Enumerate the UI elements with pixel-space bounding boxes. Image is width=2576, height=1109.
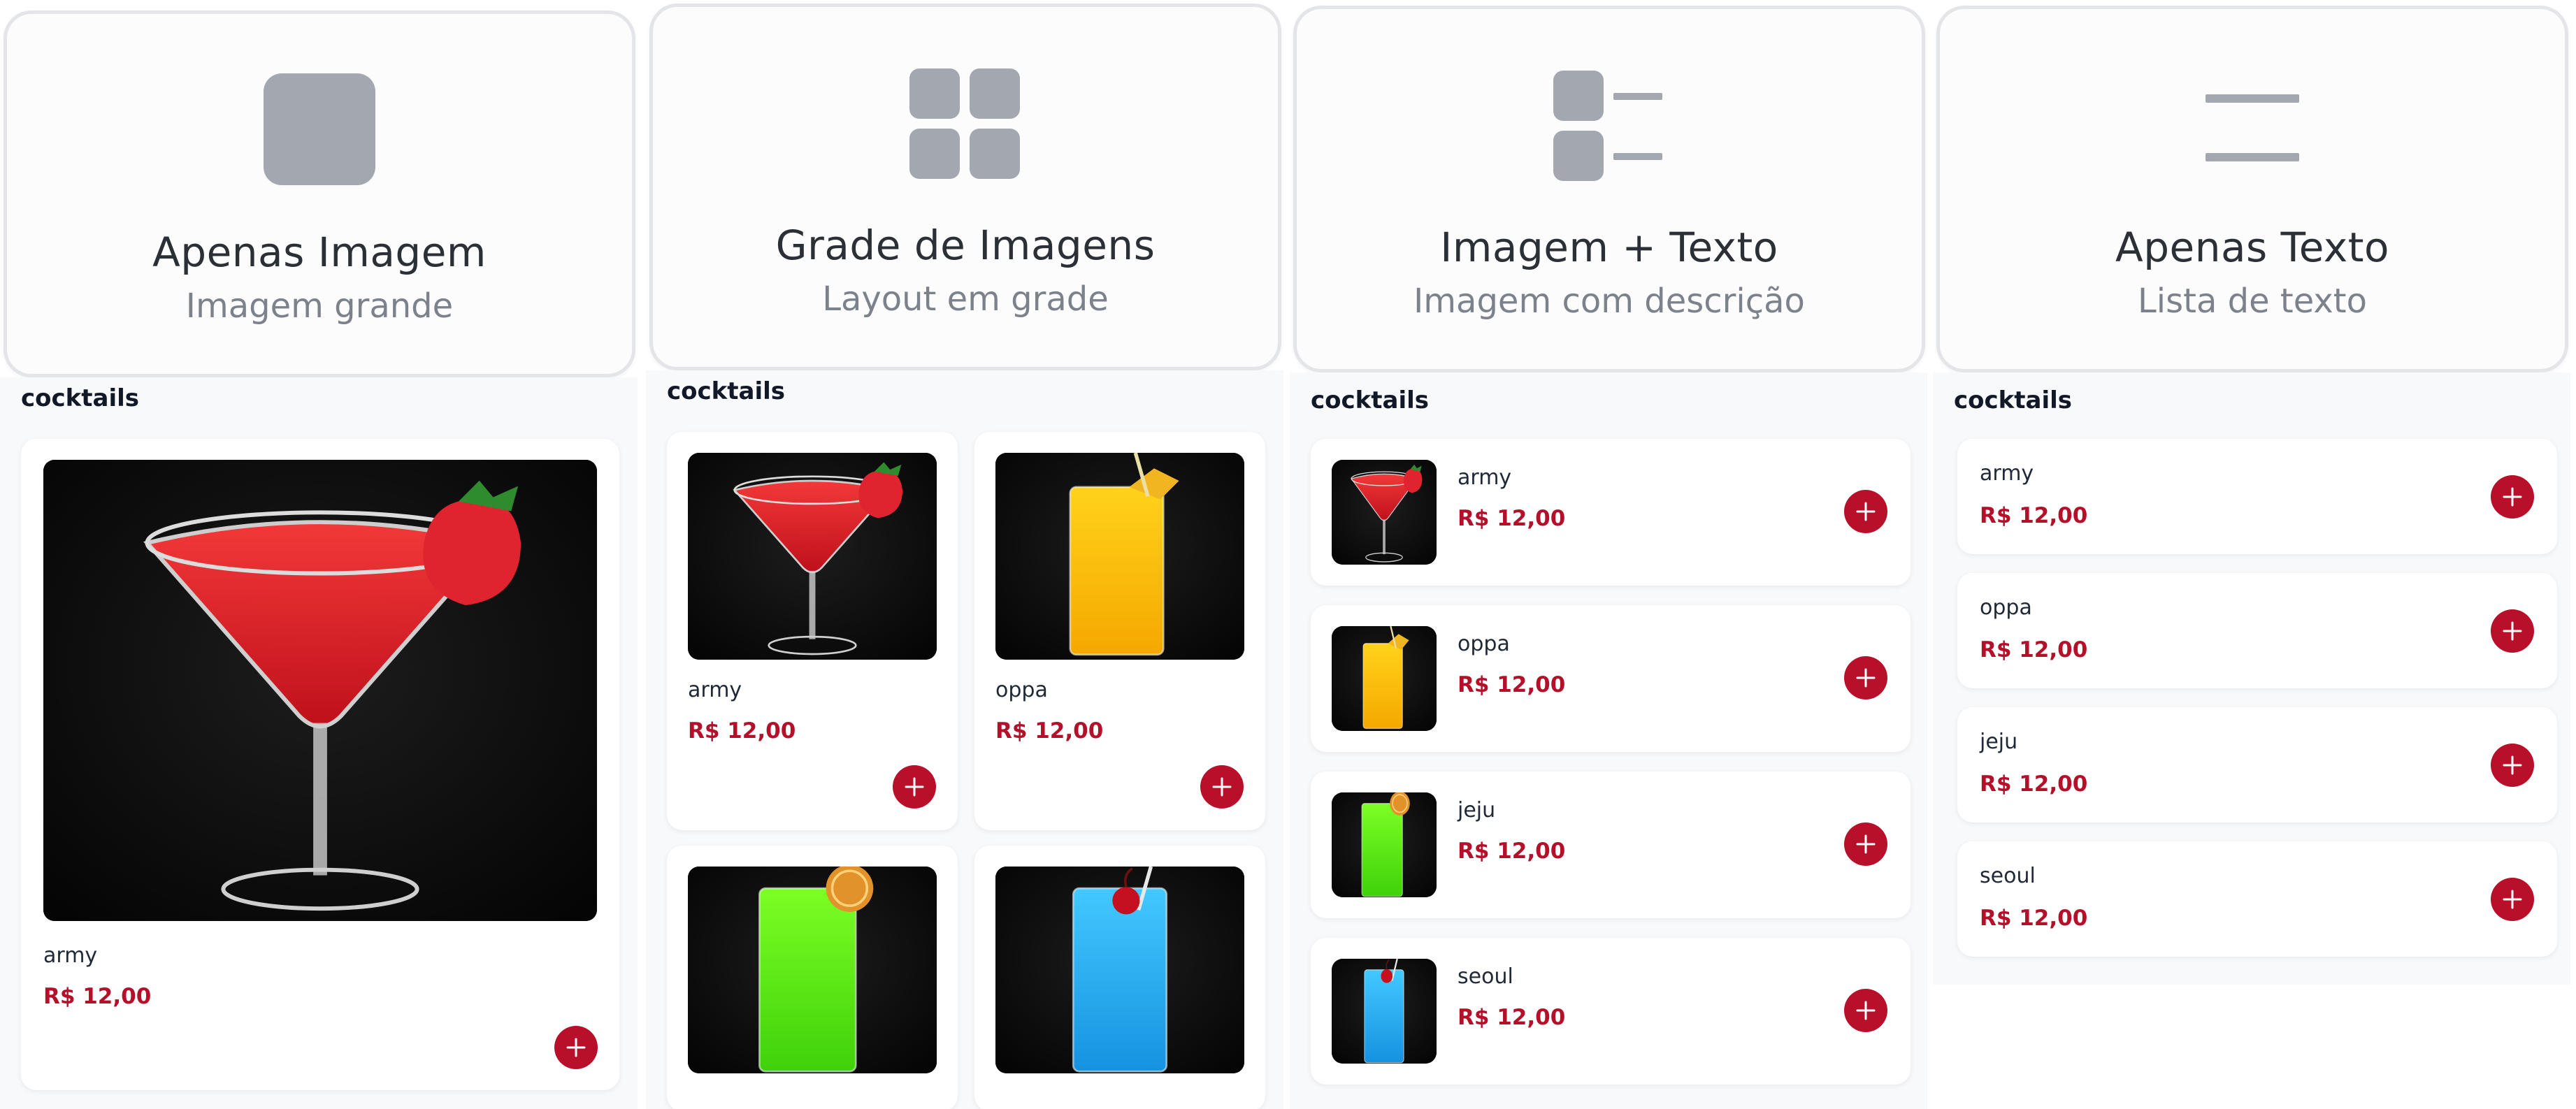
- preview-image-text: cocktails army R$ 12,00 oppa R$ 12,00 je…: [1290, 372, 1927, 1109]
- layout-option-single-image[interactable]: Apenas Imagem Imagem grande: [3, 10, 635, 377]
- image-text-icon: [1553, 71, 1665, 185]
- product-card[interactable]: army R$ 12,00: [667, 432, 958, 830]
- product-card[interactable]: oppa R$ 12,00: [974, 432, 1265, 830]
- preview-single-image: cocktails army R$ 12,00: [0, 377, 638, 1109]
- layout-column-text-only: Apenas Texto Lista de texto cocktails ar…: [1933, 0, 2570, 1109]
- add-to-cart-button[interactable]: [1200, 765, 1244, 809]
- product-image: [1332, 626, 1437, 731]
- layout-option-text-only[interactable]: Apenas Texto Lista de texto: [1936, 6, 2568, 372]
- layout-column-single-image: Apenas Imagem Imagem grande cocktails ar…: [0, 0, 638, 1109]
- add-to-cart-button[interactable]: [1844, 822, 1887, 866]
- product-price: R$ 12,00: [1980, 906, 2088, 931]
- layout-subtitle: Layout em grade: [822, 280, 1109, 319]
- product-price: R$ 12,00: [43, 984, 152, 1009]
- product-row[interactable]: seoul R$ 12,00: [1957, 841, 2557, 957]
- add-to-cart-button[interactable]: [1844, 989, 1887, 1032]
- product-name: army: [43, 943, 98, 968]
- layout-option-image-text[interactable]: Imagem + Texto Imagem com descrição: [1293, 6, 1925, 372]
- grid-icon: [909, 68, 1021, 183]
- add-to-cart-button[interactable]: [554, 1026, 598, 1069]
- add-to-cart-button[interactable]: [2491, 475, 2534, 519]
- product-price: R$ 12,00: [1458, 506, 1566, 531]
- product-image: [995, 867, 1244, 1073]
- product-price: R$ 12,00: [1980, 637, 2088, 662]
- product-name: army: [1458, 465, 1512, 490]
- product-row[interactable]: army R$ 12,00: [1311, 439, 1911, 586]
- category-title: cocktails: [1954, 386, 2073, 414]
- product-name: oppa: [1980, 595, 2032, 620]
- product-image: [688, 867, 937, 1073]
- product-price: R$ 12,00: [995, 718, 1104, 744]
- plus-icon: [2502, 889, 2523, 910]
- plus-icon: [2502, 621, 2523, 642]
- product-row[interactable]: oppa R$ 12,00: [1957, 573, 2557, 688]
- category-title: cocktails: [667, 377, 786, 405]
- product-card[interactable]: [667, 846, 958, 1109]
- layout-column-image-text: Imagem + Texto Imagem com descrição cock…: [1290, 0, 1927, 1109]
- product-image: [43, 460, 597, 921]
- product-row[interactable]: oppa R$ 12,00: [1311, 605, 1911, 752]
- layout-title: Imagem + Texto: [1440, 224, 1778, 271]
- plus-icon: [2502, 755, 2523, 776]
- product-image: [688, 453, 937, 660]
- product-name: jeju: [1458, 798, 1496, 822]
- add-to-cart-button[interactable]: [1844, 490, 1887, 533]
- product-name: seoul: [1980, 864, 2036, 888]
- product-row[interactable]: army R$ 12,00: [1957, 439, 2557, 554]
- layout-subtitle: Imagem grande: [185, 287, 454, 326]
- add-to-cart-button[interactable]: [2491, 609, 2534, 653]
- layout-title: Grade de Imagens: [775, 222, 1156, 269]
- plus-icon: [904, 776, 925, 797]
- layout-title: Apenas Imagem: [152, 229, 487, 276]
- add-to-cart-button[interactable]: [1844, 656, 1887, 700]
- product-card[interactable]: [974, 846, 1265, 1109]
- product-name: jeju: [1980, 730, 2018, 754]
- layout-option-grid[interactable]: Grade de Imagens Layout em grade: [649, 3, 1281, 370]
- text-list-icon: [2206, 93, 2299, 166]
- product-card[interactable]: army R$ 12,00: [21, 439, 619, 1090]
- category-title: cocktails: [21, 384, 140, 412]
- product-image: [1332, 792, 1437, 897]
- product-price: R$ 12,00: [1980, 771, 2088, 797]
- product-row[interactable]: jeju R$ 12,00: [1957, 707, 2557, 822]
- product-name: seoul: [1458, 964, 1513, 989]
- plus-icon: [566, 1037, 587, 1058]
- product-name: army: [1980, 461, 2034, 486]
- add-to-cart-button[interactable]: [893, 765, 936, 809]
- category-title: cocktails: [1311, 386, 1430, 414]
- add-to-cart-button[interactable]: [2491, 878, 2534, 921]
- product-price: R$ 12,00: [1458, 672, 1566, 697]
- product-row[interactable]: seoul R$ 12,00: [1311, 938, 1911, 1085]
- product-image: [1332, 959, 1437, 1064]
- product-name: oppa: [995, 678, 1048, 702]
- plus-icon: [1211, 776, 1232, 797]
- layout-subtitle: Lista de texto: [2138, 282, 2367, 321]
- preview-grid: cocktails army R$ 12,00 oppa R$ 12,00: [646, 370, 1283, 1109]
- product-price: R$ 12,00: [688, 718, 796, 744]
- product-name: army: [688, 678, 742, 702]
- plus-icon: [1855, 667, 1876, 688]
- plus-icon: [1855, 834, 1876, 855]
- plus-icon: [2502, 486, 2523, 507]
- add-to-cart-button[interactable]: [2491, 744, 2534, 787]
- layout-subtitle: Imagem com descrição: [1413, 282, 1805, 321]
- preview-text-only: cocktails army R$ 12,00 oppa R$ 12,00 je…: [1933, 372, 2570, 985]
- plus-icon: [1855, 501, 1876, 522]
- product-image: [995, 453, 1244, 660]
- layout-title: Apenas Texto: [2115, 224, 2389, 271]
- product-price: R$ 12,00: [1458, 839, 1566, 864]
- plus-icon: [1855, 1000, 1876, 1021]
- layout-column-grid: Grade de Imagens Layout em grade cocktai…: [646, 0, 1283, 1109]
- product-image: [1332, 460, 1437, 565]
- product-name: oppa: [1458, 632, 1510, 656]
- product-row[interactable]: jeju R$ 12,00: [1311, 771, 1911, 918]
- product-price: R$ 12,00: [1458, 1005, 1566, 1030]
- single-image-icon: [264, 73, 375, 188]
- product-price: R$ 12,00: [1980, 503, 2088, 528]
